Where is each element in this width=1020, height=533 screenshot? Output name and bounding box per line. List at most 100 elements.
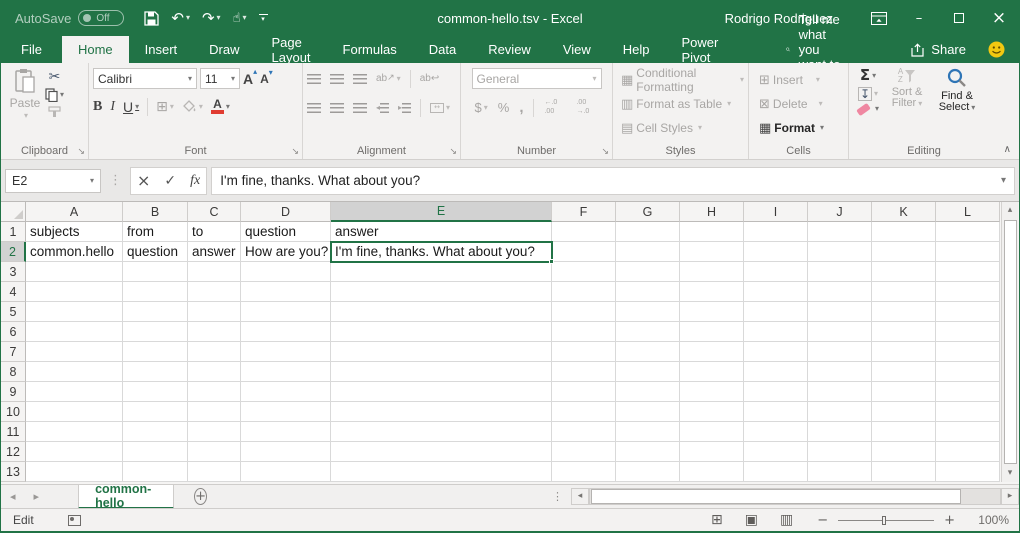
cell-J12[interactable] [808, 442, 872, 462]
autosave-toggle[interactable]: AutoSave Off [15, 10, 124, 26]
cell-L12[interactable] [936, 442, 1000, 462]
cell-H5[interactable] [680, 302, 744, 322]
format-cells-button[interactable]: ▦ Format ▾ [759, 116, 844, 140]
zoom-level[interactable]: 100% [963, 513, 1009, 527]
cell-H8[interactable] [680, 362, 744, 382]
cell-J7[interactable] [808, 342, 872, 362]
select-all-corner[interactable] [1, 202, 26, 222]
column-header-I[interactable]: I [744, 202, 808, 222]
cell-G5[interactable] [616, 302, 680, 322]
cell-I3[interactable] [744, 262, 808, 282]
tab-file[interactable]: File [1, 36, 62, 63]
cell-E8[interactable] [331, 362, 552, 382]
font-name-combo[interactable]: Calibri ▾ [93, 68, 197, 89]
number-dialog-launcher[interactable]: ↘ [601, 148, 609, 157]
cell-F8[interactable] [552, 362, 616, 382]
autosum-button[interactable]: Σ▾ [857, 68, 879, 83]
cell-G2[interactable] [616, 242, 680, 262]
cell-K13[interactable] [872, 462, 936, 482]
cell-H11[interactable] [680, 422, 744, 442]
redo-dropdown-icon[interactable]: ▾ [217, 14, 221, 22]
undo-dropdown-icon[interactable]: ▾ [186, 14, 190, 22]
next-sheet-arrow[interactable]: ▸ [25, 491, 49, 502]
cell-I5[interactable] [744, 302, 808, 322]
horizontal-scroll-thumb[interactable] [591, 489, 961, 504]
tell-me-box[interactable]: Tell me what you want to do [786, 36, 850, 63]
column-header-B[interactable]: B [123, 202, 188, 222]
cell-D7[interactable] [241, 342, 331, 362]
zoom-slider[interactable] [838, 520, 934, 521]
autosave-pill[interactable]: Off [78, 10, 124, 26]
cell-D1[interactable]: question [241, 222, 331, 242]
cell-A13[interactable] [26, 462, 123, 482]
tab-review[interactable]: Review [472, 36, 547, 63]
cell-A11[interactable] [26, 422, 123, 442]
middle-align-button[interactable] [330, 74, 344, 84]
cell-L2[interactable] [936, 242, 1000, 262]
cell-J4[interactable] [808, 282, 872, 302]
fill-color-dropdown-icon[interactable]: ▾ [199, 103, 203, 111]
cell-K8[interactable] [872, 362, 936, 382]
new-sheet-button[interactable]: + [194, 488, 207, 505]
find-select-button[interactable]: Find & Select▾ [935, 68, 979, 113]
font-color-button[interactable]: A ▾ [211, 99, 230, 114]
cell-B8[interactable] [123, 362, 188, 382]
cell-B2[interactable]: question [123, 242, 188, 262]
orientation-button[interactable]: ab↗▾ [376, 73, 401, 84]
cell-G10[interactable] [616, 402, 680, 422]
cell-L11[interactable] [936, 422, 1000, 442]
cell-E12[interactable] [331, 442, 552, 462]
cell-B3[interactable] [123, 262, 188, 282]
row-header-2[interactable]: 2 [1, 242, 26, 262]
tab-home[interactable]: Home [62, 36, 129, 63]
cell-L6[interactable] [936, 322, 1000, 342]
cell-B1[interactable]: from [123, 222, 188, 242]
row-header-12[interactable]: 12 [1, 442, 26, 462]
ribbon-display-options-button[interactable] [859, 0, 899, 36]
delete-cells-button[interactable]: ⊠ Delete ▾ [759, 92, 844, 116]
font-color-dropdown-icon[interactable]: ▾ [226, 103, 230, 111]
copy-dropdown-icon[interactable]: ▾ [60, 91, 64, 99]
cell-E13[interactable] [331, 462, 552, 482]
bold-button[interactable]: B [93, 99, 102, 115]
cell-G8[interactable] [616, 362, 680, 382]
row-header-3[interactable]: 3 [1, 262, 26, 282]
underline-dropdown-icon[interactable]: ▾ [135, 103, 139, 111]
vertical-scrollbar[interactable]: ▴ ▾ [1001, 202, 1018, 482]
cell-F12[interactable] [552, 442, 616, 462]
column-header-A[interactable]: A [26, 202, 123, 222]
wrap-text-button[interactable]: ab↩ [420, 73, 440, 84]
cell-L13[interactable] [936, 462, 1000, 482]
cell-E3[interactable] [331, 262, 552, 282]
insert-cells-button[interactable]: ⊞ Insert ▾ [759, 68, 844, 92]
italic-button[interactable]: I [110, 99, 115, 115]
vertical-scroll-thumb[interactable] [1004, 220, 1017, 464]
tab-insert[interactable]: Insert [129, 36, 194, 63]
cell-B6[interactable] [123, 322, 188, 342]
font-size-combo[interactable]: 11 ▾ [200, 68, 240, 89]
cell-I6[interactable] [744, 322, 808, 342]
name-box[interactable]: E2 ▾ [5, 169, 101, 193]
collapse-ribbon-button[interactable]: ∧ [1004, 145, 1011, 155]
orientation-dropdown-icon[interactable]: ▾ [397, 75, 401, 83]
align-right-button[interactable] [353, 103, 367, 113]
cell-G9[interactable] [616, 382, 680, 402]
cell-K10[interactable] [872, 402, 936, 422]
cell-C1[interactable]: to [188, 222, 241, 242]
confirm-entry-button[interactable]: ✓ [164, 174, 176, 188]
touch-mode-dropdown-icon[interactable]: ▾ [242, 14, 246, 22]
cell-I10[interactable] [744, 402, 808, 422]
cell-E9[interactable] [331, 382, 552, 402]
column-header-E[interactable]: E [331, 202, 552, 222]
cell-B5[interactable] [123, 302, 188, 322]
feedback-smiley-button[interactable] [988, 36, 1005, 63]
cell-A6[interactable] [26, 322, 123, 342]
cell-A9[interactable] [26, 382, 123, 402]
cell-C12[interactable] [188, 442, 241, 462]
cell-A8[interactable] [26, 362, 123, 382]
row-header-13[interactable]: 13 [1, 462, 26, 482]
scroll-up-arrow[interactable]: ▴ [1002, 202, 1018, 219]
cancel-entry-button[interactable]: × [137, 173, 150, 189]
tab-view[interactable]: View [547, 36, 607, 63]
cell-K9[interactable] [872, 382, 936, 402]
